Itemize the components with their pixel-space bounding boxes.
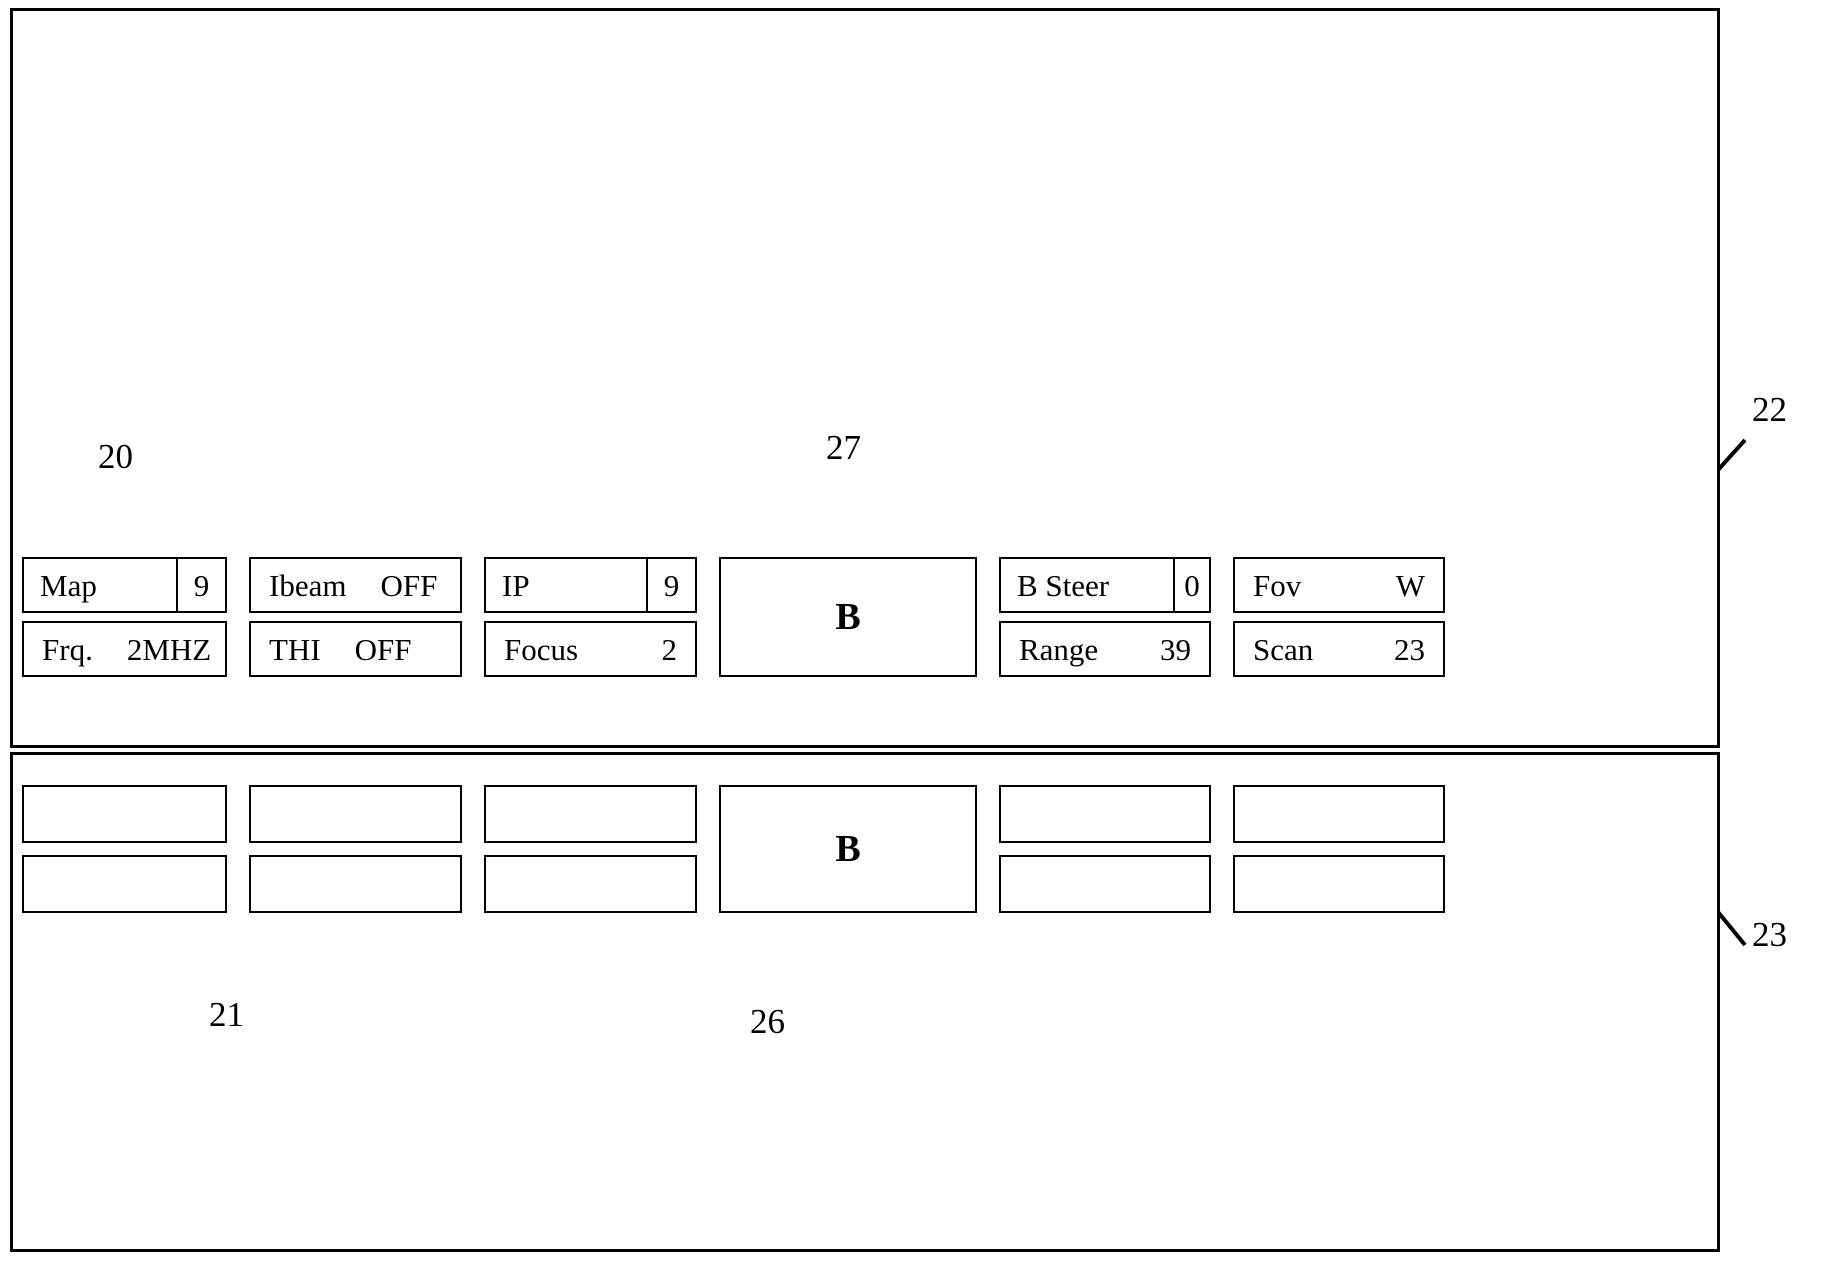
frequency-button-value: 2MHZ <box>126 631 212 667</box>
ip-button-label: IP <box>486 559 648 611</box>
bottom-navigation-pad[interactable]: B <box>719 785 977 913</box>
blank-button[interactable] <box>22 855 227 913</box>
ibeam-button-value: OFF <box>380 567 438 603</box>
thi-button-content: THI OFF <box>251 634 460 665</box>
fov-button-content: Fov W <box>1235 570 1443 601</box>
frequency-button-label: Frq. <box>42 631 93 667</box>
top-navigation-pad[interactable]: B <box>719 557 977 677</box>
reference-numeral-23: 23 <box>1752 915 1787 954</box>
map-button-value: 9 <box>193 567 210 603</box>
ip-button[interactable]: IP 9 <box>484 557 697 613</box>
reference-numeral-20: 20 <box>98 437 133 476</box>
figure-canvas: Map 9 Ibeam OFF IP 9 B B Steer 0 Fov W F… <box>0 0 1822 1263</box>
thi-button[interactable]: THI OFF <box>249 621 462 677</box>
b-steer-button[interactable]: B Steer 0 <box>999 557 1211 613</box>
range-button-content: Range 39 <box>1001 634 1209 665</box>
blank-button[interactable] <box>22 785 227 843</box>
ibeam-button[interactable]: Ibeam OFF <box>249 557 462 613</box>
focus-button-value: 2 <box>661 631 678 667</box>
reference-numeral-27: 27 <box>826 428 861 467</box>
top-navpad-mode-label: B <box>835 596 861 638</box>
b-steer-button-label: B Steer <box>1001 559 1175 611</box>
thi-button-label: THI <box>269 631 321 667</box>
top-panel-button-grid: Map 9 Ibeam OFF IP 9 B B Steer 0 Fov W F… <box>22 557 1445 677</box>
b-steer-button-value: 0 <box>1184 567 1200 603</box>
focus-button-label: Focus <box>504 631 579 667</box>
blank-button[interactable] <box>484 855 697 913</box>
range-button-label: Range <box>1019 631 1099 667</box>
ip-button-value: 9 <box>663 567 680 603</box>
range-button[interactable]: Range 39 <box>999 621 1211 677</box>
scan-button[interactable]: Scan 23 <box>1233 621 1445 677</box>
map-button-label: Map <box>24 559 178 611</box>
fov-button-value: W <box>1395 567 1425 603</box>
blank-button[interactable] <box>999 785 1211 843</box>
map-button[interactable]: Map 9 <box>22 557 227 613</box>
blank-button[interactable] <box>999 855 1211 913</box>
ibeam-button-label: Ibeam <box>269 567 347 603</box>
scan-button-label: Scan <box>1253 631 1314 667</box>
reference-numeral-22: 22 <box>1752 390 1787 429</box>
reference-numeral-21: 21 <box>209 995 244 1034</box>
blank-button[interactable] <box>249 785 462 843</box>
ibeam-button-content: Ibeam OFF <box>251 570 460 601</box>
focus-button-content: Focus 2 <box>486 634 695 665</box>
blank-button[interactable] <box>249 855 462 913</box>
blank-button[interactable] <box>1233 855 1445 913</box>
focus-button[interactable]: Focus 2 <box>484 621 697 677</box>
fov-button[interactable]: Fov W <box>1233 557 1445 613</box>
thi-button-value: OFF <box>354 631 412 667</box>
bottom-panel-button-grid: B <box>22 785 1445 913</box>
scan-button-value: 23 <box>1394 631 1425 667</box>
frequency-button[interactable]: Frq. 2MHZ <box>22 621 227 677</box>
bottom-navpad-mode-label: B <box>835 828 861 870</box>
blank-button[interactable] <box>484 785 697 843</box>
frequency-button-content: Frq. 2MHZ <box>24 634 225 665</box>
scan-button-content: Scan 23 <box>1235 634 1443 665</box>
range-button-value: 39 <box>1160 631 1191 667</box>
fov-button-label: Fov <box>1253 567 1302 603</box>
reference-numeral-26: 26 <box>750 1002 785 1041</box>
blank-button[interactable] <box>1233 785 1445 843</box>
